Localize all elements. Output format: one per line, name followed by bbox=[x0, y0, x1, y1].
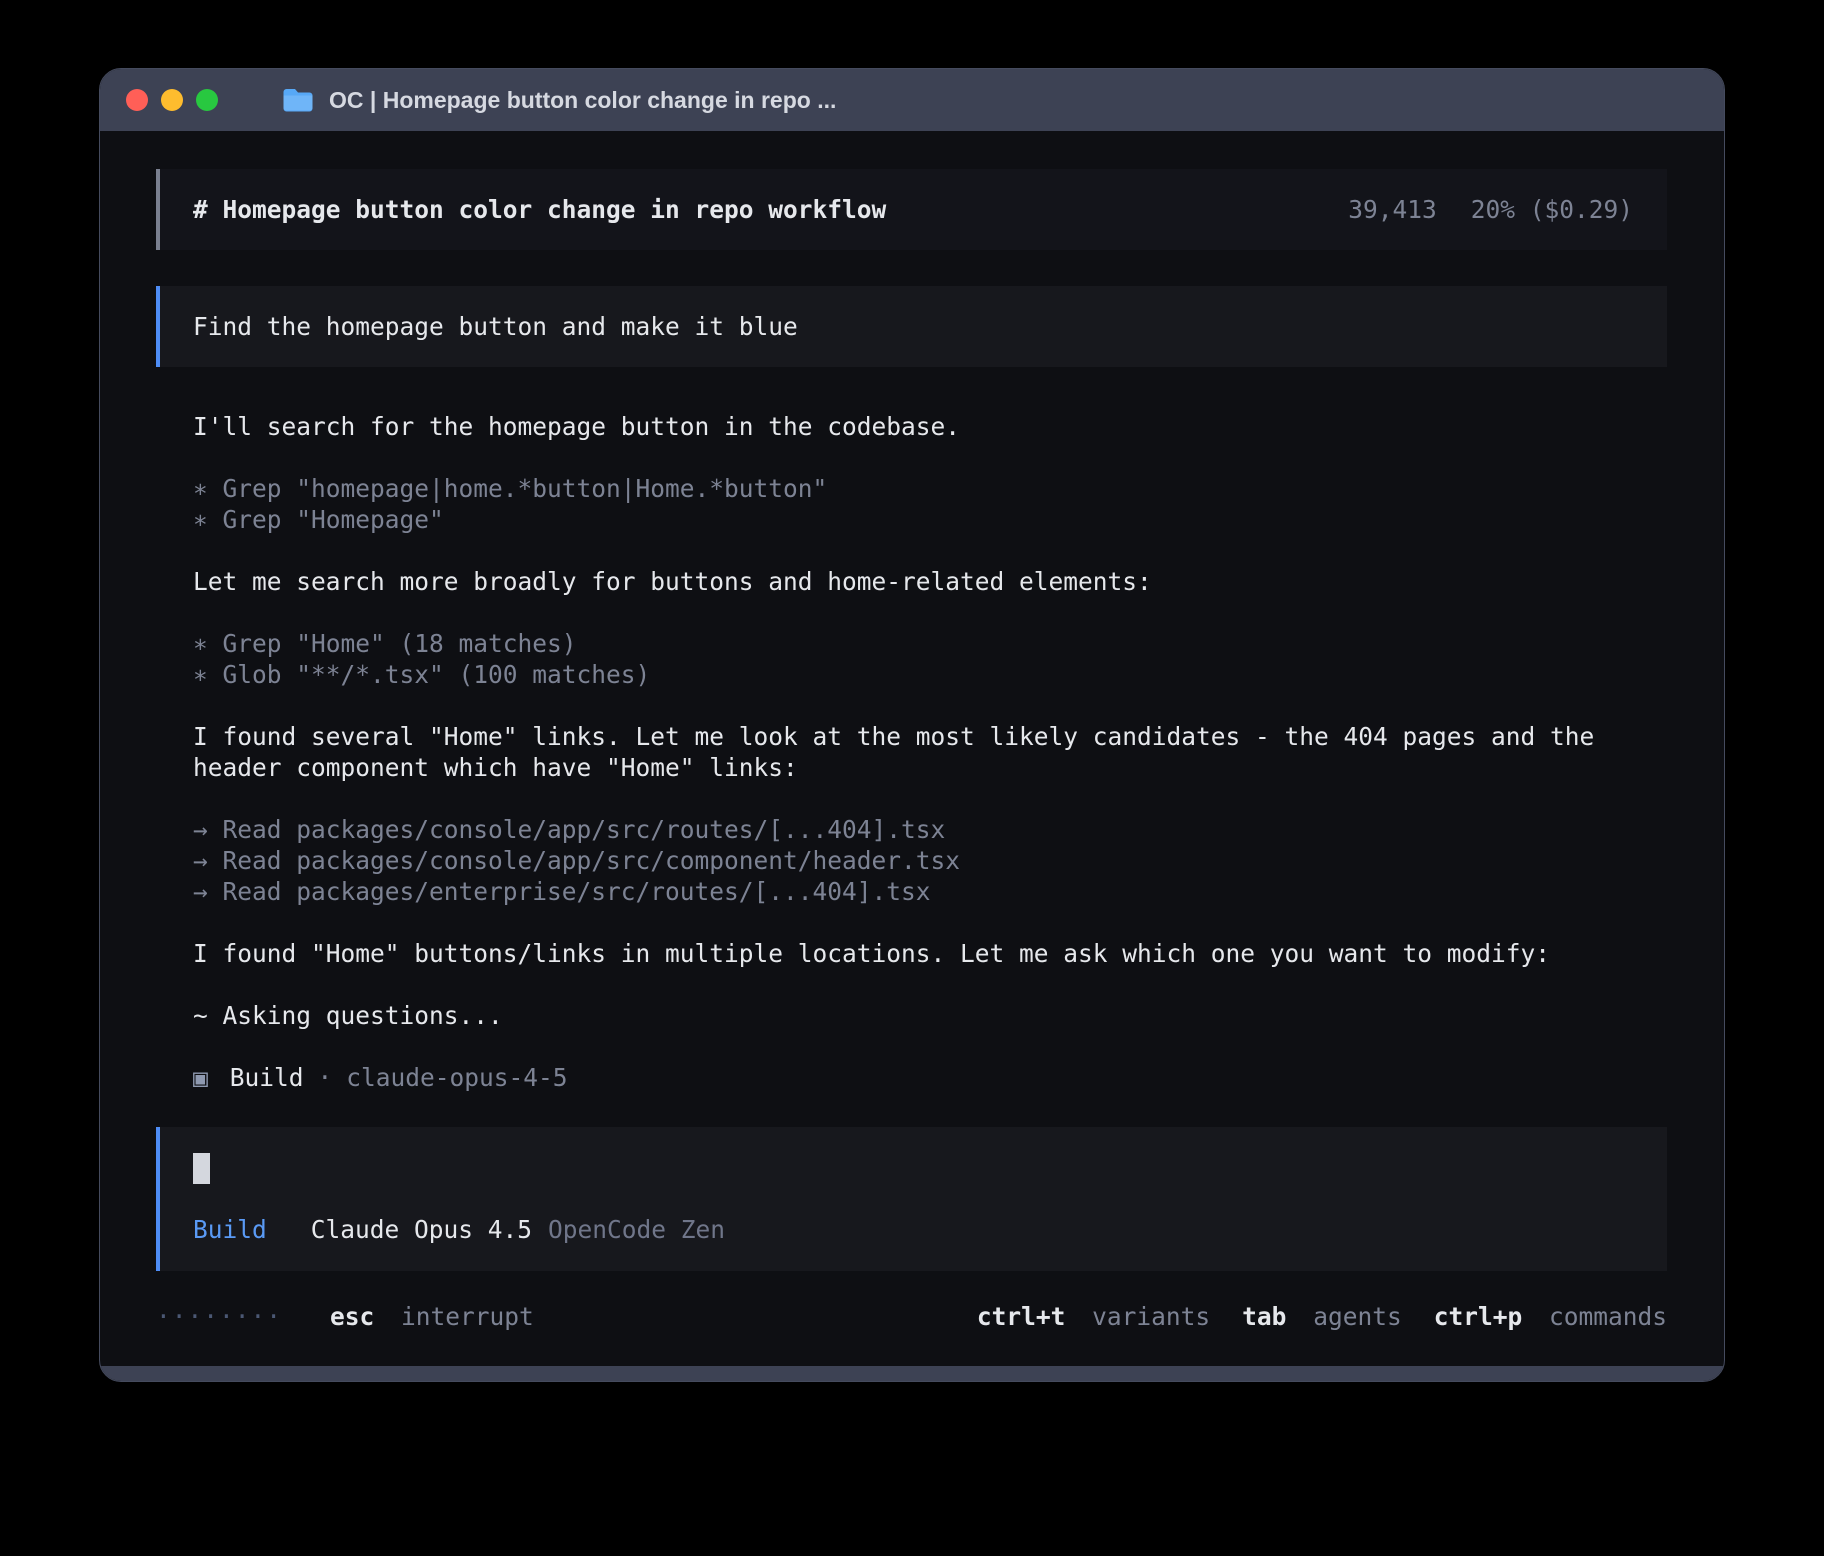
tool-call-grep: ∗ Grep "homepage|home.*button|Home.*butt… bbox=[193, 473, 1667, 504]
titlebar-title-group: OC | Homepage button color change in rep… bbox=[282, 87, 836, 114]
input-model: Claude Opus 4.5 bbox=[311, 1214, 532, 1245]
hint-label: variants bbox=[1092, 1302, 1210, 1331]
input-provider: OpenCode Zen bbox=[548, 1214, 725, 1245]
window-bottom-edge bbox=[100, 1366, 1724, 1381]
input-meta: Build Claude Opus 4.5 OpenCode Zen bbox=[193, 1214, 1637, 1245]
agent-model: claude-opus-4-5 bbox=[346, 1062, 567, 1093]
assistant-message: I found several "Home" links. Let me loo… bbox=[193, 721, 1667, 783]
window-title: OC | Homepage button color change in rep… bbox=[329, 87, 836, 114]
tool-call-read: → Read packages/console/app/src/routes/[… bbox=[193, 814, 1667, 845]
token-count: 39,413 bbox=[1348, 194, 1437, 225]
tool-call-read: → Read packages/console/app/src/componen… bbox=[193, 845, 1667, 876]
statusbar-hints: ctrl+t variants tab agents ctrl+p comman… bbox=[977, 1301, 1667, 1332]
minimize-button[interactable] bbox=[161, 89, 183, 111]
input-mode: Build bbox=[193, 1214, 267, 1245]
context-cost: 20% ($0.29) bbox=[1471, 194, 1633, 225]
session-header: # Homepage button color change in repo w… bbox=[156, 169, 1667, 250]
terminal-window: OC | Homepage button color change in rep… bbox=[99, 68, 1725, 1382]
text-cursor bbox=[193, 1153, 210, 1184]
agent-separator: · bbox=[318, 1062, 333, 1093]
traffic-lights bbox=[126, 89, 218, 111]
assistant-message: Let me search more broadly for buttons a… bbox=[193, 566, 1667, 597]
assistant-message-text: I'll search for the homepage button in t… bbox=[193, 412, 960, 441]
close-button[interactable] bbox=[126, 89, 148, 111]
prompt-input[interactable]: Build Claude Opus 4.5 OpenCode Zen bbox=[156, 1127, 1667, 1271]
tool-call-glob: ∗ Glob "**/*.tsx" (100 matches) bbox=[193, 659, 1667, 690]
tool-call-grep: ∗ Grep "Homepage" bbox=[193, 504, 1667, 535]
agent-name: Build bbox=[230, 1062, 304, 1093]
titlebar: OC | Homepage button color change in rep… bbox=[100, 69, 1724, 131]
assistant-message-text: Let me search more broadly for buttons a… bbox=[193, 567, 1152, 596]
hint-key: tab bbox=[1242, 1302, 1286, 1331]
hint-label: agents bbox=[1313, 1302, 1402, 1331]
hint-label: commands bbox=[1549, 1302, 1667, 1331]
user-message-text: Find the homepage button and make it blu… bbox=[193, 312, 798, 341]
statusbar-left: ········ esc interrupt bbox=[156, 1301, 534, 1332]
interrupt-label: interrupt bbox=[401, 1302, 534, 1331]
statusbar: ········ esc interrupt ctrl+t variants t… bbox=[156, 1271, 1667, 1366]
user-message: Find the homepage button and make it blu… bbox=[156, 286, 1667, 367]
tool-call-group: ∗ Grep "homepage|home.*button|Home.*butt… bbox=[193, 473, 1667, 535]
session-title: # Homepage button color change in repo w… bbox=[193, 194, 886, 225]
folder-icon bbox=[282, 87, 314, 113]
agent-icon: ▣ bbox=[193, 1062, 208, 1093]
hint-agents: tab agents bbox=[1242, 1301, 1402, 1332]
tool-call-read: → Read packages/enterprise/src/routes/[.… bbox=[193, 876, 1667, 907]
assistant-message-text: I found several "Home" links. Let me loo… bbox=[193, 722, 1594, 782]
spinner-dots: ········ bbox=[156, 1301, 282, 1332]
interrupt-hint: esc interrupt bbox=[330, 1301, 534, 1332]
tool-call-grep: ∗ Grep "Home" (18 matches) bbox=[193, 628, 1667, 659]
hint-commands: ctrl+p commands bbox=[1434, 1301, 1667, 1332]
hint-key: ctrl+p bbox=[1434, 1302, 1523, 1331]
asking-status-text: ~ Asking questions... bbox=[193, 1001, 503, 1030]
agent-line: ▣ Build · claude-opus-4-5 bbox=[193, 1062, 1667, 1093]
assistant-message-text: I found "Home" buttons/links in multiple… bbox=[193, 939, 1550, 968]
tool-call-group: ∗ Grep "Home" (18 matches) ∗ Glob "**/*.… bbox=[193, 628, 1667, 690]
hint-variants: ctrl+t variants bbox=[977, 1301, 1210, 1332]
transcript: I'll search for the homepage button in t… bbox=[156, 411, 1667, 1093]
interrupt-key: esc bbox=[330, 1302, 374, 1331]
assistant-message: I found "Home" buttons/links in multiple… bbox=[193, 938, 1667, 969]
terminal-content: # Homepage button color change in repo w… bbox=[100, 131, 1724, 1366]
hint-key: ctrl+t bbox=[977, 1302, 1066, 1331]
asking-status: ~ Asking questions... bbox=[193, 1000, 1667, 1031]
assistant-message: I'll search for the homepage button in t… bbox=[193, 411, 1667, 442]
tool-call-group: → Read packages/console/app/src/routes/[… bbox=[193, 814, 1667, 907]
session-stats: 39,413 20% ($0.29) bbox=[1348, 194, 1633, 225]
zoom-button[interactable] bbox=[196, 89, 218, 111]
